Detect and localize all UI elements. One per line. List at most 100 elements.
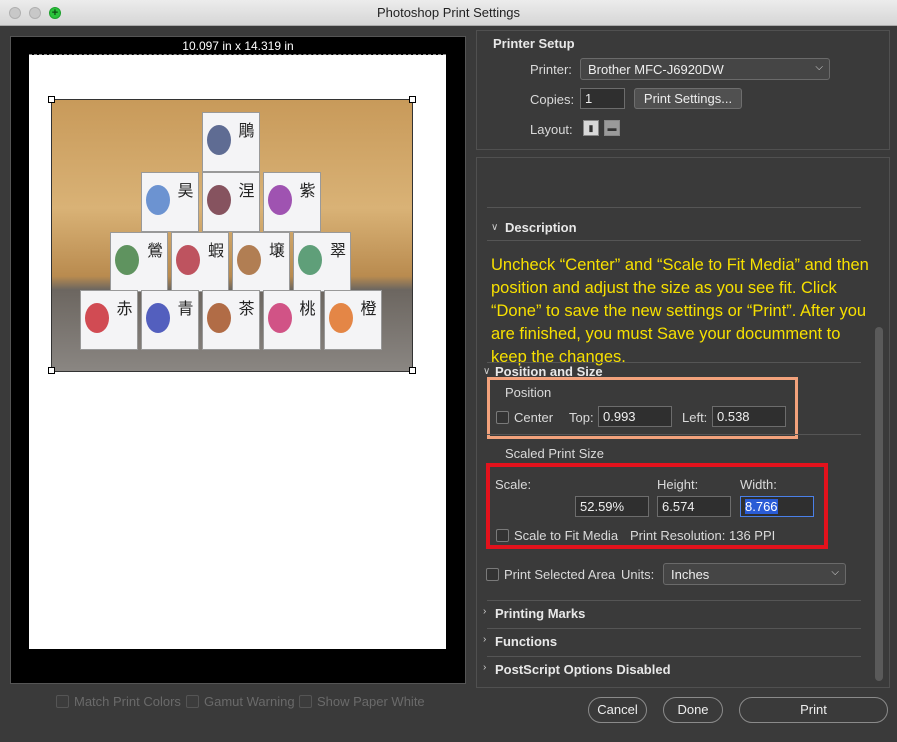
cancel-button[interactable]: Cancel	[588, 697, 647, 723]
divider	[487, 600, 861, 601]
ink-box: 橙	[323, 290, 382, 350]
scale-label: Scale:	[495, 477, 532, 492]
ink-box-label: 橙	[360, 299, 377, 318]
chevron-down-icon[interactable]: ∨	[483, 366, 490, 377]
printing-marks-section[interactable]: Printing Marks	[495, 606, 585, 621]
ink-box-label: 翠	[329, 241, 346, 260]
portrait-layout-icon[interactable]: ▮	[583, 120, 599, 136]
print-settings-button[interactable]: Print Settings...	[634, 88, 742, 109]
chevron-right-icon[interactable]: ›	[483, 662, 486, 673]
print-selected-area-label: Print Selected Area	[504, 567, 616, 582]
description-text: Uncheck “Center” and “Scale to Fit Media…	[491, 256, 869, 366]
ink-box-label: 蝦	[207, 241, 224, 260]
ink-box-label: 壌	[268, 241, 285, 260]
ink-box: 茶	[201, 290, 260, 350]
width-value-selected: 8.766	[745, 499, 778, 514]
landscape-layout-icon[interactable]: ▬	[604, 120, 620, 136]
scale-to-fit-label: Scale to Fit Media	[514, 528, 619, 543]
done-button[interactable]: Done	[663, 697, 723, 723]
description-title[interactable]: Description	[505, 220, 577, 235]
units-value: Inches	[671, 567, 710, 582]
image-preview[interactable]: 鵰昊 涅 紫鶯 蝦 壌 翠赤 青 茶 桃 橙	[51, 99, 413, 372]
paper-dimensions: 10.097 in x 14.319 in	[182, 39, 294, 53]
ink-box: 鵰	[201, 112, 260, 172]
ink-box: 蝦	[171, 232, 229, 292]
resize-handle-br[interactable]	[409, 367, 416, 374]
left-input[interactable]: 0.538	[712, 406, 786, 427]
ink-illustration	[206, 303, 231, 333]
scale-to-fit-checkbox[interactable]: Scale to Fit Media	[496, 528, 618, 543]
ink-illustration	[206, 125, 231, 155]
ink-illustration	[84, 303, 109, 333]
center-checkbox[interactable]: Center	[496, 410, 553, 425]
ink-box-label: 桃	[299, 299, 316, 318]
chevron-right-icon[interactable]: ›	[483, 634, 486, 645]
print-preview: 10.097 in x 14.319 in 鵰昊 涅 紫鶯 蝦 壌 翠赤 青 茶 桃 橙	[10, 36, 466, 684]
ink-box: 涅	[201, 172, 260, 232]
ink-box: 壌	[232, 232, 290, 292]
match-print-colors-label: Match Print Colors	[74, 694, 181, 709]
ink-illustration	[267, 185, 292, 215]
height-label: Height:	[657, 477, 699, 492]
center-label: Center	[514, 410, 554, 425]
ink-illustration	[298, 245, 322, 275]
ink-box: 翠	[293, 232, 351, 292]
ink-illustration	[145, 185, 170, 215]
position-title: Position	[505, 385, 552, 400]
chevron-right-icon[interactable]: ›	[483, 606, 486, 617]
resize-handle-bl[interactable]	[48, 367, 55, 374]
ink-box-label: 青	[177, 299, 194, 318]
ink-illustration	[206, 185, 231, 215]
functions-section[interactable]: Functions	[495, 634, 557, 649]
chevron-down-icon: ⌵	[815, 62, 823, 73]
resize-handle-tl[interactable]	[48, 96, 55, 103]
height-input[interactable]: 6.574	[657, 496, 731, 517]
ink-box-label: 赤	[116, 299, 133, 318]
ink-box: 赤	[79, 290, 138, 350]
ink-illustration	[176, 245, 200, 275]
left-label: Left:	[682, 410, 708, 425]
ink-box: 昊	[140, 172, 199, 232]
ink-box: 鶯	[110, 232, 168, 292]
layout-label: Layout:	[530, 122, 573, 137]
ink-illustration	[267, 303, 292, 333]
show-paper-white-checkbox[interactable]: Show Paper White	[299, 694, 425, 709]
print-button[interactable]: Print	[739, 697, 888, 723]
postscript-section[interactable]: PostScript Options Disabled	[495, 662, 671, 677]
chevron-down-icon[interactable]: ∨	[491, 222, 498, 233]
ink-box: 桃	[262, 290, 321, 350]
ink-box-label: 紫	[299, 181, 316, 200]
units-select[interactable]: Inches ⌵	[663, 563, 846, 585]
scrollbar[interactable]	[875, 327, 883, 681]
divider	[487, 656, 861, 657]
copies-input[interactable]: 1	[580, 88, 625, 109]
ink-illustration	[145, 303, 170, 333]
ink-illustration	[328, 303, 353, 333]
ink-box-label: 茶	[238, 299, 255, 318]
printer-value: Brother MFC-J6920DW	[588, 62, 724, 77]
divider	[487, 434, 861, 435]
paper: 鵰昊 涅 紫鶯 蝦 壌 翠赤 青 茶 桃 橙	[29, 55, 446, 649]
scale-input[interactable]: 52.59%	[575, 496, 649, 517]
units-label: Units:	[621, 567, 655, 582]
printer-select[interactable]: Brother MFC-J6920DW ⌵	[580, 58, 830, 80]
resize-handle-tr[interactable]	[409, 96, 416, 103]
chevron-down-icon: ⌵	[831, 567, 839, 578]
copies-label: Copies:	[530, 92, 575, 107]
printer-setup-title: Printer Setup	[493, 36, 575, 51]
divider	[487, 362, 861, 363]
printer-label: Printer:	[530, 62, 572, 77]
ink-box: 青	[140, 290, 199, 350]
divider	[487, 207, 861, 208]
ink-illustration	[237, 245, 261, 275]
top-label: Top:	[569, 410, 594, 425]
match-print-colors-checkbox[interactable]: Match Print Colors	[56, 694, 181, 709]
print-resolution: Print Resolution: 136 PPI	[630, 528, 776, 543]
ink-box-label: 昊	[177, 181, 194, 200]
gamut-warning-checkbox[interactable]: Gamut Warning	[186, 694, 295, 709]
ink-illustration	[115, 245, 139, 275]
top-input[interactable]: 0.993	[598, 406, 672, 427]
ink-box-label: 涅	[238, 181, 255, 200]
width-input[interactable]: 8.766	[740, 496, 814, 517]
print-selected-area-checkbox[interactable]: Print Selected Area	[486, 567, 615, 582]
